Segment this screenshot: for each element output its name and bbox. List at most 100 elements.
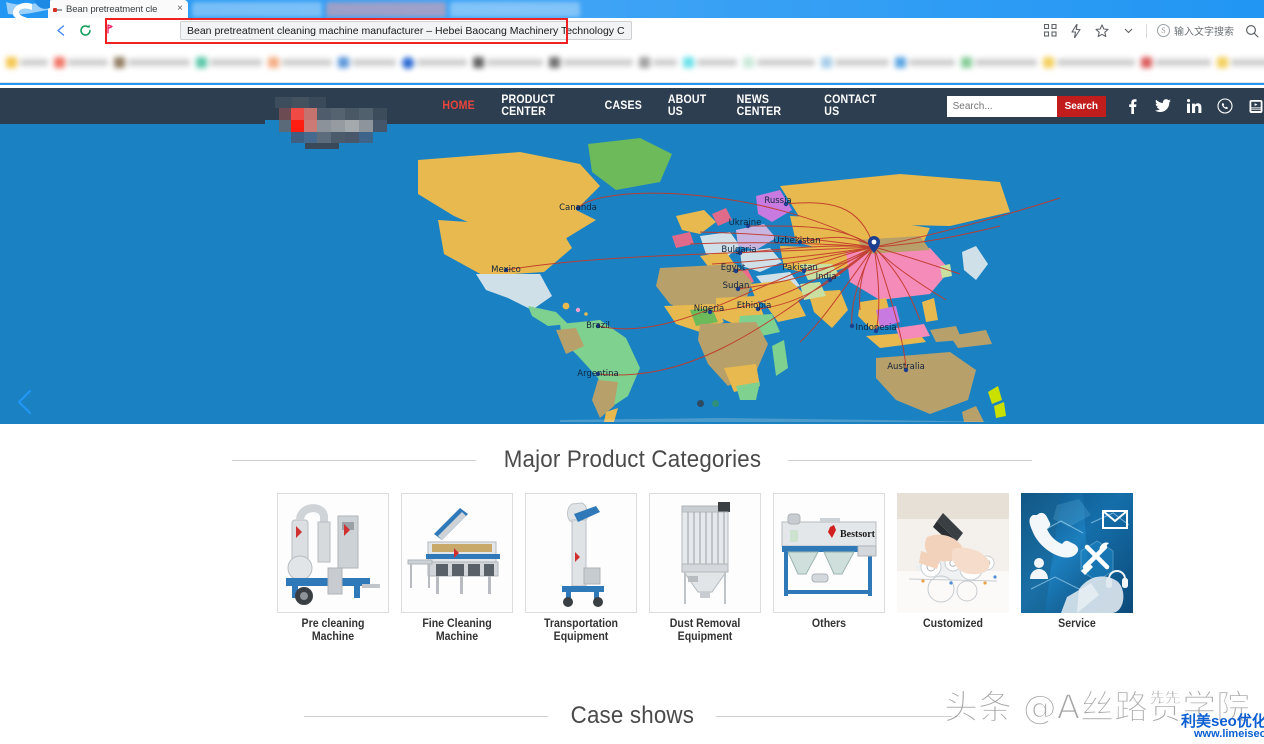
transportation-equipment-photo: [525, 493, 637, 613]
bookmark-item[interactable]: [1217, 57, 1264, 68]
svg-text:Nigeria: Nigeria: [694, 304, 724, 314]
bookmark-item[interactable]: [268, 57, 332, 68]
tab-ghost-2: [326, 2, 446, 17]
toolbar-right-icons: S 输入文字搜索: [1042, 23, 1264, 39]
bookmark-item[interactable]: [402, 57, 467, 69]
chevron-down-icon[interactable]: [1120, 23, 1136, 39]
nav-item-cases[interactable]: CASES: [595, 100, 653, 112]
fine-cleaning-machine-photo: [401, 493, 513, 613]
product-card-label: Dust Removal Equipment: [653, 618, 756, 644]
search-input[interactable]: [947, 96, 1057, 117]
reload-button[interactable]: [74, 20, 96, 42]
svg-text:Australia: Australia: [887, 362, 925, 372]
hero-banner: Cananda Mexico Brazil Argentina Russia U…: [0, 124, 1264, 424]
search-icon[interactable]: [1244, 23, 1260, 39]
product-card-label: Pre cleaning Machine: [281, 618, 384, 644]
back-button[interactable]: [50, 20, 72, 42]
bookmark-item[interactable]: [1043, 57, 1135, 68]
bookmark-item[interactable]: [6, 57, 48, 68]
svg-text:Cananda: Cananda: [559, 203, 597, 213]
bookmark-item[interactable]: [114, 57, 190, 68]
bookmark-item[interactable]: [961, 57, 1037, 68]
customized-design-photo: [897, 493, 1009, 613]
tab-strip: [0, 0, 1264, 18]
bookmarks-bar[interactable]: [0, 43, 1264, 83]
bookmark-item[interactable]: [473, 57, 543, 68]
product-card-label: Customized: [901, 618, 1004, 631]
main-menu: HOME PRODUCT CENTER CASES ABOUT US NEWS …: [430, 94, 891, 118]
tab-close-icon[interactable]: ×: [177, 4, 183, 14]
carousel-dot-2[interactable]: [712, 400, 719, 407]
bookmark-item[interactable]: [895, 57, 955, 68]
youtube-icon[interactable]: [1248, 98, 1264, 114]
tab-title: Bean pretreatment cle: [66, 4, 173, 15]
site-navigation-bar: HOME PRODUCT CENTER CASES ABOUT US NEWS …: [0, 88, 1264, 124]
service-support-photo: [1021, 493, 1133, 613]
tab-favicon-icon: [53, 5, 62, 14]
sogou-search-placeholder: 输入文字搜索: [1174, 23, 1234, 38]
bookmark-item[interactable]: [549, 57, 633, 68]
nav-item-news-center[interactable]: NEWS CENTER: [727, 94, 808, 118]
search-button[interactable]: Search: [1057, 96, 1106, 117]
site-logo-censored: [265, 97, 393, 147]
bookmark-item[interactable]: [683, 57, 737, 68]
cases-rule-left: [304, 716, 548, 717]
linkedin-icon[interactable]: [1186, 98, 1202, 114]
bookmark-item[interactable]: [821, 57, 889, 68]
product-card-label: Fine Cleaning Machine: [405, 618, 508, 644]
sogou-logo-icon: [4, 0, 50, 45]
heading-rule-right: [788, 460, 1032, 461]
svg-text:Bulgaria: Bulgaria: [721, 245, 756, 255]
world-map-svg: Cananda Mexico Brazil Argentina Russia U…: [0, 124, 1264, 424]
sogou-brand-icon: S: [1157, 24, 1170, 37]
svg-text:Argentina: Argentina: [577, 369, 618, 379]
bookmark-item[interactable]: [639, 57, 677, 68]
bookmark-item[interactable]: [1141, 57, 1211, 68]
svg-text:Russia: Russia: [764, 196, 791, 206]
bookmark-item[interactable]: [338, 57, 396, 68]
product-card-dust-removal-equipment[interactable]: Dust Removal Equipment: [649, 493, 761, 644]
cases-section-header: Case shows: [0, 702, 1264, 730]
toolbar-divider: [1146, 24, 1147, 38]
address-bar-text: Bean pretreatment cleaning machine manuf…: [187, 25, 625, 37]
bookmark-item[interactable]: [54, 57, 108, 68]
product-card-service[interactable]: Service: [1021, 493, 1133, 644]
pre-cleaning-machine-photo: [277, 493, 389, 613]
omnibox-area: Bean pretreatment cleaning machine manuf…: [120, 18, 1042, 43]
product-card-fine-cleaning-machine[interactable]: Fine Cleaning Machine: [401, 493, 513, 644]
star-icon[interactable]: [1094, 23, 1110, 39]
apps-grid-icon[interactable]: [1042, 23, 1058, 39]
social-links: [1124, 98, 1264, 114]
nav-item-home[interactable]: HOME: [432, 100, 485, 112]
tab-ghost-3: [450, 2, 580, 17]
carousel-prev-button[interactable]: [10, 389, 40, 419]
browser-toolbar: Bean pretreatment cleaning machine manuf…: [0, 18, 1264, 43]
heading-rule-left: [232, 460, 476, 461]
product-card-others[interactable]: Bestsort Others: [773, 493, 885, 644]
facebook-icon[interactable]: [1124, 98, 1140, 114]
address-bar[interactable]: Bean pretreatment cleaning machine manuf…: [180, 21, 632, 40]
products-heading: Major Product Categories: [486, 446, 777, 474]
nav-item-about-us[interactable]: ABOUT US: [658, 94, 721, 118]
product-card-label: Service: [1025, 618, 1128, 631]
lightning-icon[interactable]: [1068, 23, 1084, 39]
product-category-cards: Pre cleaning Machine: [277, 493, 1145, 644]
sogou-search-box[interactable]: S 输入文字搜索: [1157, 23, 1234, 38]
bookmark-item[interactable]: [196, 57, 262, 68]
svg-text:Sudan: Sudan: [723, 281, 750, 291]
product-card-pre-cleaning-machine[interactable]: Pre cleaning Machine: [277, 493, 389, 644]
product-card-customized[interactable]: Customized: [897, 493, 1009, 644]
nav-item-contact-us[interactable]: CONTACT US: [814, 94, 887, 118]
carousel-dot-1[interactable]: [697, 400, 704, 407]
chevron-left-icon: [14, 389, 36, 420]
svg-text:Brazil: Brazil: [586, 321, 610, 331]
nav-item-product-center[interactable]: PRODUCT CENTER: [492, 94, 589, 118]
bookmark-item[interactable]: [743, 57, 815, 68]
whatsapp-icon[interactable]: [1217, 98, 1233, 114]
product-card-transportation-equipment[interactable]: Transportation Equipment: [525, 493, 637, 644]
pin-tab-icon[interactable]: [98, 20, 120, 42]
carousel-dots: [697, 400, 719, 407]
twitter-icon[interactable]: [1155, 98, 1171, 114]
browser-tab[interactable]: Bean pretreatment cle ×: [48, 0, 188, 18]
product-card-label: Others: [777, 618, 880, 631]
